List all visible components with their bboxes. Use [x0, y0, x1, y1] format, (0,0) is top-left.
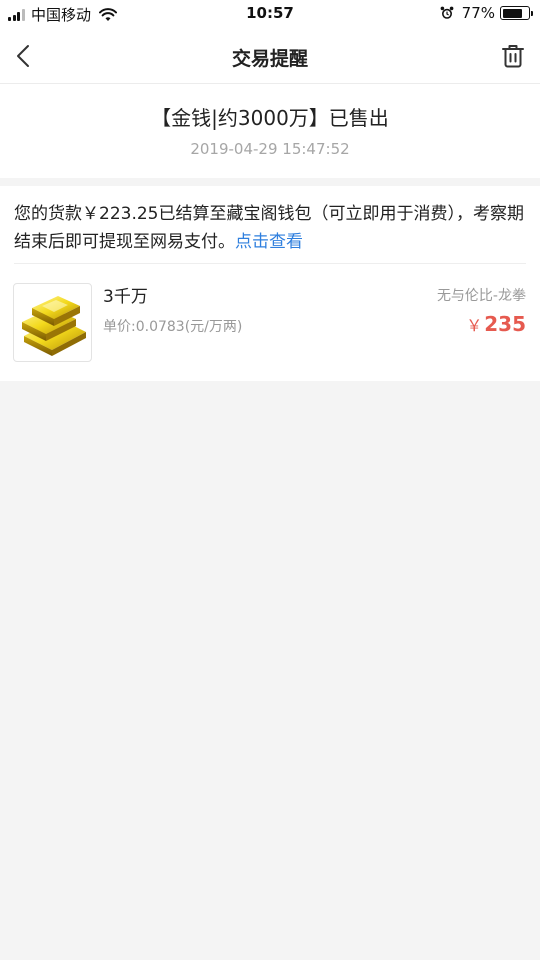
item-server: 无与伦比-龙拳 [436, 288, 526, 304]
gold-bars-icon [22, 296, 86, 356]
order-timestamp: 2019-04-29 15:47:52 [190, 140, 350, 158]
nav-bar: 交易提醒 [0, 28, 540, 84]
item-price: ￥ 235 [466, 312, 526, 336]
delete-button[interactable] [498, 40, 528, 72]
order-title: 【金钱|约3000万】已售出 [151, 106, 389, 130]
view-details-link[interactable]: 点击查看 [235, 232, 303, 252]
item-price-value: 235 [484, 312, 526, 336]
status-bar: 中国移动 10:57 77% [0, 0, 540, 28]
battery-percent: 77% [461, 4, 495, 22]
currency-symbol: ￥ [466, 316, 483, 335]
order-detail-card: 您的货款￥223.25已结算至藏宝阁钱包（可立即用于消费），考察期结束后即可提现… [0, 186, 540, 381]
item-name: 3千万 [103, 287, 148, 307]
trash-icon [502, 45, 524, 68]
battery-icon [500, 6, 533, 20]
alarm-icon [440, 6, 454, 19]
item-unit-price: 单价:0.0783(元/万两) [103, 319, 243, 335]
item-thumbnail[interactable] [13, 283, 92, 362]
order-header-card: 【金钱|约3000万】已售出 2019-04-29 15:47:52 [0, 84, 540, 178]
page-title: 交易提醒 [231, 48, 308, 70]
status-right: 77% [440, 4, 533, 22]
divider [14, 263, 526, 264]
settlement-notice: 您的货款￥223.25已结算至藏宝阁钱包（可立即用于消费），考察期结束后即可提现… [14, 200, 526, 256]
